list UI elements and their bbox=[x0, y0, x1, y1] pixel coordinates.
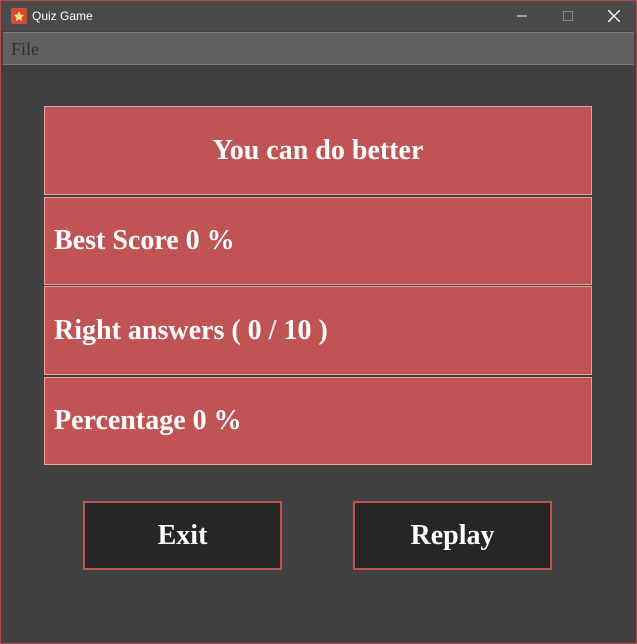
minimize-button[interactable] bbox=[499, 1, 545, 31]
maximize-button[interactable] bbox=[545, 1, 591, 31]
replay-button[interactable]: Replay bbox=[353, 501, 552, 570]
menu-bar: File bbox=[3, 32, 634, 65]
percentage-label: Percentage 0 % bbox=[44, 377, 592, 465]
best-score-label: Best Score 0 % bbox=[44, 197, 592, 285]
minimize-icon bbox=[517, 15, 527, 17]
quiz-window: Quiz Game File You can do better Best Sc… bbox=[0, 0, 637, 644]
menu-file[interactable]: File bbox=[11, 39, 39, 59]
close-icon bbox=[608, 10, 620, 22]
maximize-icon bbox=[563, 11, 573, 21]
close-button[interactable] bbox=[591, 1, 636, 31]
result-heading: You can do better bbox=[44, 106, 592, 195]
title-bar[interactable]: Quiz Game bbox=[1, 1, 636, 31]
app-icon bbox=[11, 8, 27, 24]
window-title: Quiz Game bbox=[32, 9, 93, 23]
right-answers-label: Right answers ( 0 / 10 ) bbox=[44, 286, 592, 375]
exit-button[interactable]: Exit bbox=[83, 501, 282, 570]
